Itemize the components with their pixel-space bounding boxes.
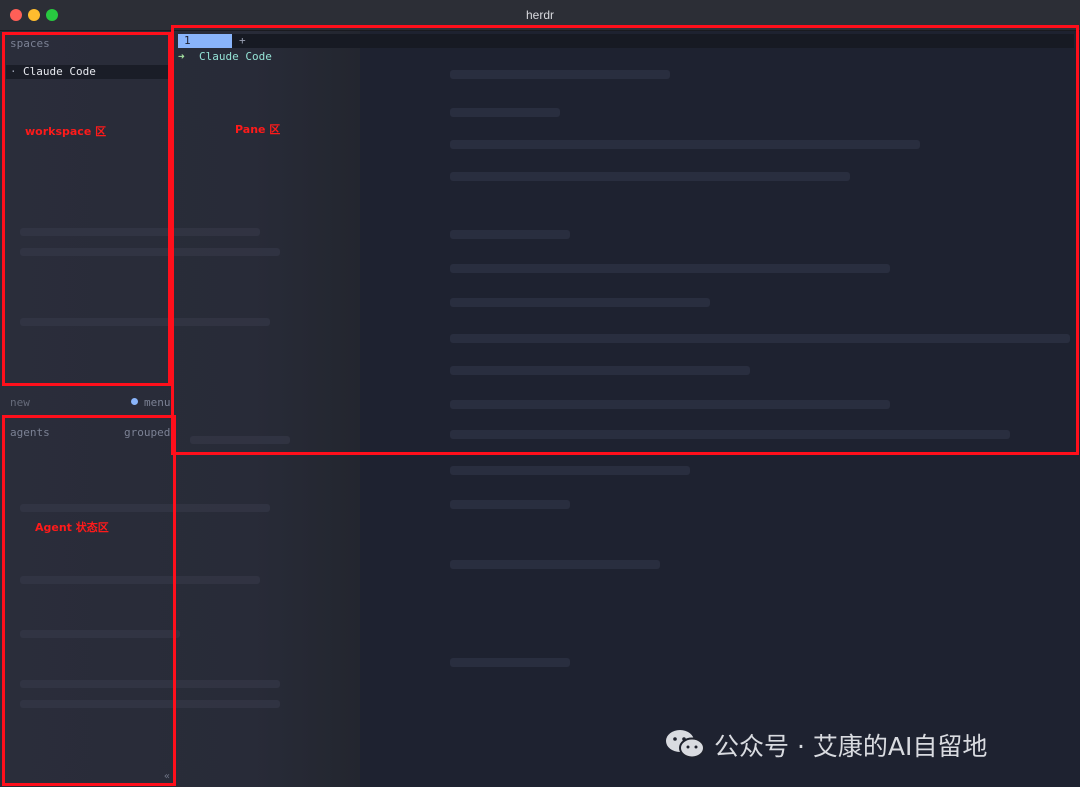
app-window: herdr spaces · Claude Code new menu agen… xyxy=(0,0,1080,787)
pane-annotation-label: Pane 区 xyxy=(235,123,281,136)
workspace-annotation-box xyxy=(2,32,171,386)
workspace-annotation-label: workspace 区 xyxy=(25,125,107,138)
menu-button[interactable]: menu xyxy=(144,396,171,409)
window-title: herdr xyxy=(525,8,554,22)
menu-indicator-icon xyxy=(131,398,138,405)
agent-annotation-label: Agent 状态区 xyxy=(35,521,109,534)
agent-annotation-box xyxy=(2,415,176,786)
wechat-logo-icon xyxy=(666,730,705,759)
watermark: 公众号 · 艾康的AI自留地 xyxy=(664,724,1064,764)
new-space-button[interactable]: new xyxy=(10,396,30,409)
pane-annotation-box xyxy=(171,25,1079,455)
watermark-text: 公众号 · 艾康的AI自留地 xyxy=(714,732,988,761)
